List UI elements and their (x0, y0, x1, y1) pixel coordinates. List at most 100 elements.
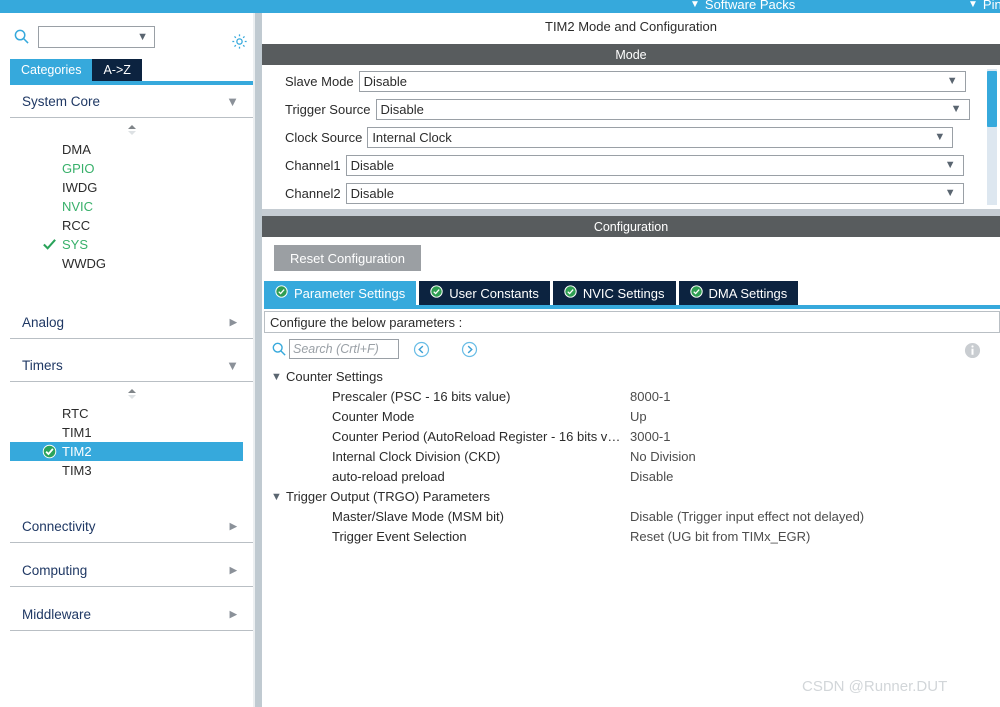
sidebar-group-analog[interactable]: Analog ▼ (10, 306, 253, 339)
tab-parameter-settings[interactable]: Parameter Settings (264, 281, 417, 305)
circle-right-arrow-icon[interactable] (461, 341, 478, 358)
sidebar-group-connectivity[interactable]: Connectivity ▼ (10, 510, 253, 543)
param-row-auto-reload-preload[interactable]: auto-reload preload Disable (264, 467, 1000, 487)
tab-dma-settings[interactable]: DMA Settings (678, 281, 799, 305)
scroll-updown-icon[interactable] (125, 123, 139, 135)
param-group-counter-settings[interactable]: ▼ Counter Settings (264, 367, 1000, 387)
param-value-master-slave-mode: Disable (Trigger input effect not delaye… (630, 509, 865, 524)
top-menu-bar: ▼ Software Packs ▼ Pin (0, 0, 1000, 13)
sidebar-item-tim2[interactable]: TIM2 (10, 442, 243, 461)
chevron-right-icon: ▼ (225, 315, 241, 329)
tab-nvic-settings[interactable]: NVIC Settings (552, 281, 676, 305)
sidebar-group-system-core[interactable]: System Core ▼ (10, 85, 253, 118)
sidebar-group-computing[interactable]: Computing ▼ (10, 554, 253, 587)
check-circle-icon (430, 285, 443, 301)
configuration-tabs: Parameter Settings User Constants NVIC S… (264, 281, 799, 305)
tab-user-constants[interactable]: User Constants (419, 281, 550, 305)
search-icon (14, 29, 29, 44)
tab-user-constants-label: User Constants (449, 285, 539, 301)
param-row-master-slave-mode[interactable]: Master/Slave Mode (MSM bit) Disable (Tri… (264, 507, 1000, 527)
check-circle-icon (564, 285, 577, 301)
gear-icon[interactable] (231, 33, 248, 50)
chevron-down-icon: ▼ (968, 0, 978, 10)
check-icon (42, 237, 57, 252)
sidebar-tab-a-to-z-label: A->Z (103, 63, 131, 77)
sidebar-tab-categories[interactable]: Categories (10, 59, 93, 81)
sidebar-tab-categories-label: Categories (21, 63, 82, 77)
mode-select-slave-mode[interactable]: Disable ▼ (358, 71, 966, 92)
sidebar-item-rtc[interactable]: RTC (10, 404, 253, 423)
param-row-internal-clock-division[interactable]: Internal Clock Division (CKD) No Divisio… (264, 447, 1000, 467)
parameter-tree: ▼ Counter Settings Prescaler (PSC - 16 b… (264, 367, 1000, 547)
sidebar-item-rtc-label: RTC (62, 406, 89, 421)
mode-section-header: Mode (262, 44, 1000, 65)
sidebar-group-connectivity-label: Connectivity (22, 518, 96, 534)
mode-row-trigger-source: Trigger Source Disable ▼ (285, 99, 970, 120)
chevron-down-icon: ▼ (271, 491, 282, 503)
param-value-counter-period: 3000-1 (630, 429, 671, 444)
param-value-internal-clock-division: No Division (630, 449, 696, 464)
sidebar-tab-a-to-z[interactable]: A->Z (92, 59, 142, 81)
mode-row-slave-mode: Slave Mode Disable ▼ (285, 71, 966, 92)
sidebar-item-dma[interactable]: DMA (10, 140, 253, 159)
sidebar-item-wwdg[interactable]: WWDG (10, 254, 253, 273)
sidebar-item-sys[interactable]: SYS (10, 235, 253, 254)
mode-select-channel1[interactable]: Disable ▼ (345, 155, 964, 176)
param-name-master-slave-mode: Master/Slave Mode (MSM bit) (332, 509, 504, 524)
sidebar-item-tim2-label: TIM2 (62, 444, 92, 459)
parameter-search-input[interactable]: Search (Crtl+F) (289, 339, 399, 359)
sidebar-item-nvic[interactable]: NVIC (10, 197, 253, 216)
configure-hint: Configure the below parameters : (264, 311, 1000, 333)
sidebar-group-timers-label: Timers (22, 357, 63, 373)
menu-item-pin[interactable]: ▼ Pin (968, 0, 1000, 12)
chevron-right-icon: ▼ (225, 519, 241, 533)
mode-panel: Slave Mode Disable ▼ Trigger Source Disa… (262, 65, 1000, 209)
sidebar-search-combo[interactable]: ▼ (38, 26, 155, 48)
mode-value-channel2: Disable (350, 186, 395, 201)
param-name-prescaler: Prescaler (PSC - 16 bits value) (332, 389, 511, 404)
param-name-internal-clock-division: Internal Clock Division (CKD) (332, 449, 501, 464)
chevron-down-icon: ▼ (944, 159, 956, 171)
mode-scrollbar-thumb[interactable] (987, 71, 997, 127)
sidebar-item-rcc[interactable]: RCC (10, 216, 253, 235)
mode-label-clock-source: Clock Source (285, 130, 363, 145)
param-row-trigger-event-selection[interactable]: Trigger Event Selection Reset (UG bit fr… (264, 527, 1000, 547)
scroll-updown-icon[interactable] (125, 387, 139, 399)
sidebar-item-rcc-label: RCC (62, 218, 91, 233)
mode-select-clock-source[interactable]: Internal Clock ▼ (367, 127, 954, 148)
chevron-down-icon: ▼ (690, 0, 700, 10)
mode-row-channel2: Channel2 Disable ▼ (285, 183, 964, 204)
sidebar-search-row: ▼ (0, 13, 253, 50)
menu-item-software-packs-label: Software Packs (704, 0, 796, 12)
param-value-prescaler: 8000-1 (630, 389, 671, 404)
chevron-down-icon: ▼ (271, 371, 282, 383)
check-circle-icon (689, 285, 703, 301)
menu-item-software-packs[interactable]: ▼ Software Packs (690, 0, 795, 12)
tab-dma-settings-label: DMA Settings (708, 285, 788, 301)
reset-configuration-button[interactable]: Reset Configuration (274, 245, 421, 271)
chevron-down-icon: ▼ (946, 75, 958, 87)
sidebar-item-dma-label: DMA (62, 142, 91, 157)
sidebar-group-timers[interactable]: Timers ▼ (10, 349, 253, 382)
param-group-counter-settings-label: Counter Settings (286, 369, 383, 384)
sidebar-group-middleware[interactable]: Middleware ▼ (10, 598, 253, 631)
sidebar-item-tim1[interactable]: TIM1 (10, 423, 253, 442)
sidebar-item-tim1-label: TIM1 (62, 425, 92, 440)
page-title: TIM2 Mode and Configuration (262, 13, 1000, 40)
param-row-counter-period[interactable]: Counter Period (AutoReload Register - 16… (264, 427, 1000, 447)
sidebar-item-gpio[interactable]: GPIO (10, 159, 253, 178)
mode-select-trigger-source[interactable]: Disable ▼ (375, 99, 970, 120)
mode-value-clock-source: Internal Clock (372, 130, 452, 145)
param-group-trigger-output[interactable]: ▼ Trigger Output (TRGO) Parameters (264, 487, 1000, 507)
mode-select-channel2[interactable]: Disable ▼ (345, 183, 964, 204)
main-panel: TIM2 Mode and Configuration Mode Slave M… (262, 13, 1000, 707)
sidebar-item-iwdg[interactable]: IWDG (10, 178, 253, 197)
info-icon[interactable] (964, 342, 981, 359)
param-row-prescaler[interactable]: Prescaler (PSC - 16 bits value) 8000-1 (264, 387, 1000, 407)
circle-left-arrow-icon[interactable] (413, 341, 430, 358)
param-row-counter-mode[interactable]: Counter Mode Up (264, 407, 1000, 427)
mode-label-channel1: Channel1 (285, 158, 341, 173)
sidebar-item-tim3[interactable]: TIM3 (10, 461, 253, 480)
sidebar-group-system-core-body: DMA GPIO IWDG NVIC RCC SYS WWDG (10, 118, 253, 288)
search-icon (272, 342, 286, 356)
